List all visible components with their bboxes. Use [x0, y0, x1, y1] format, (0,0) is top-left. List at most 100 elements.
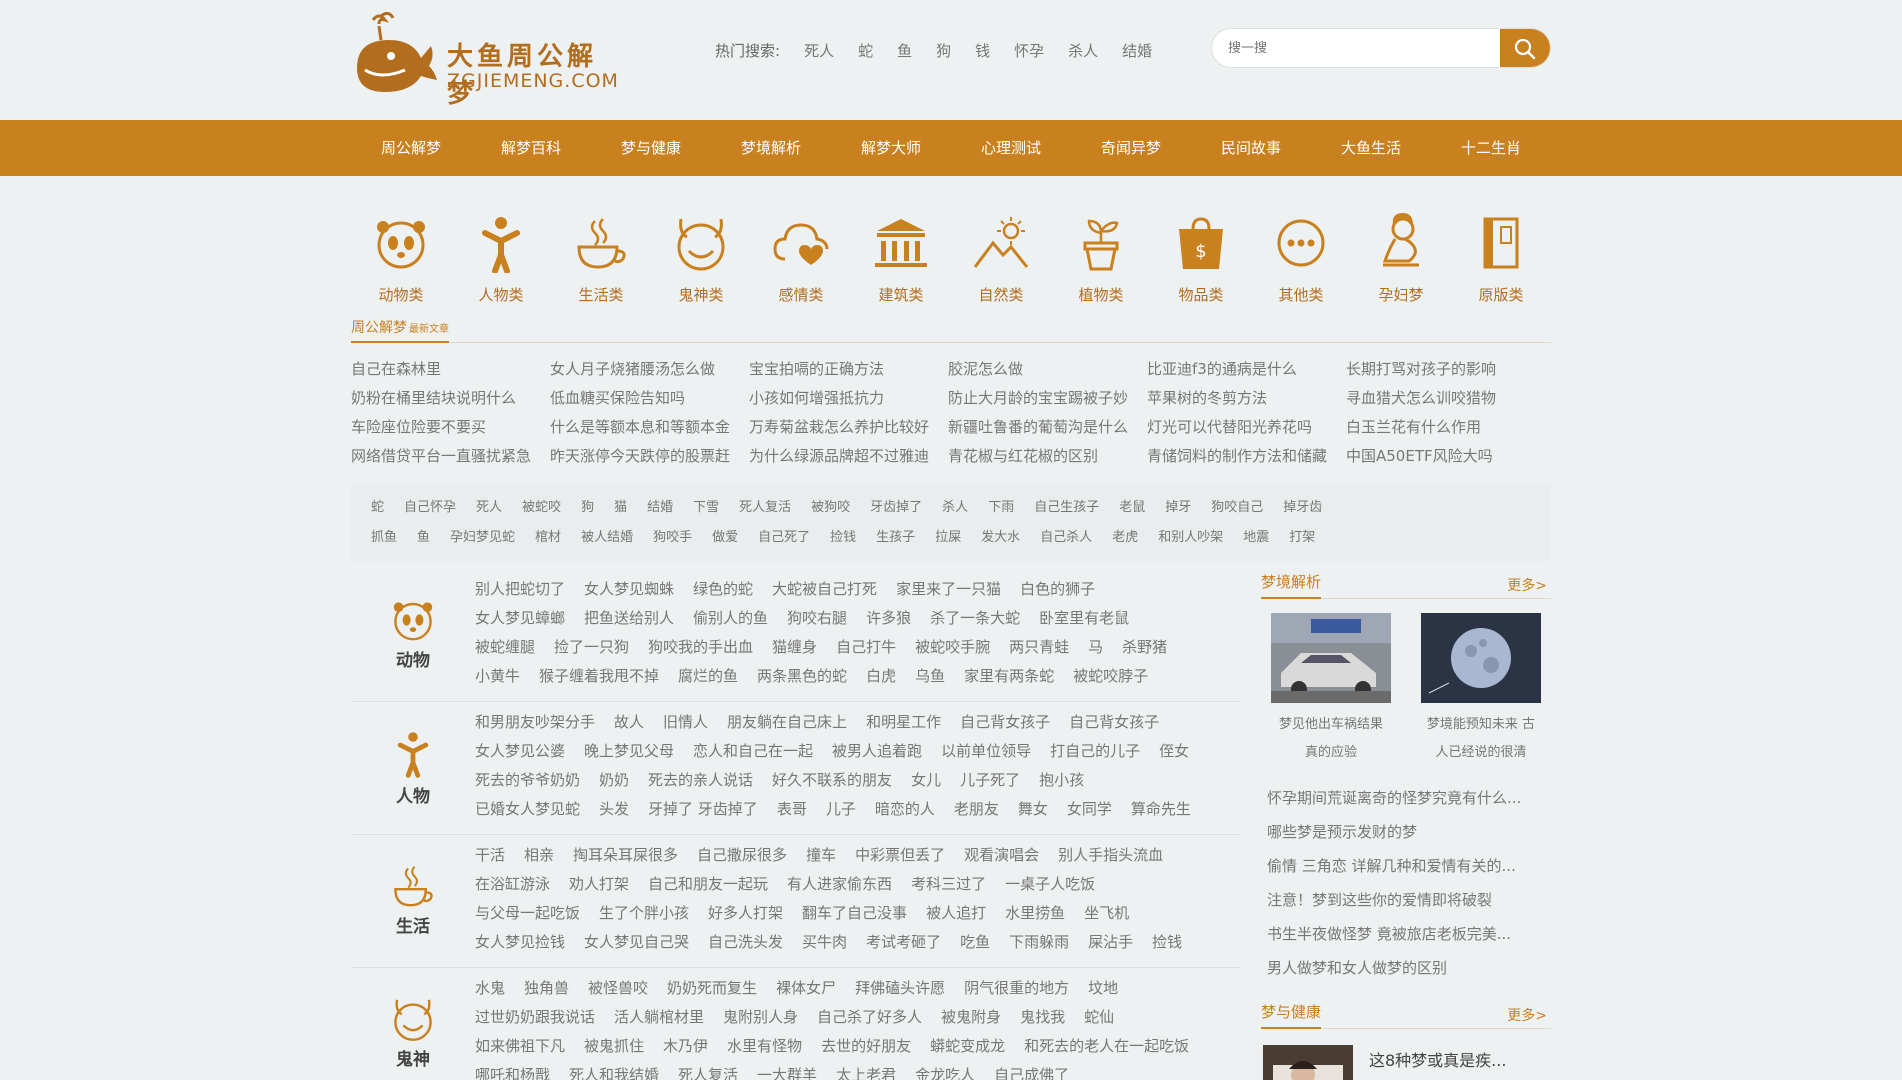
dream-link[interactable]: 头发 — [599, 800, 629, 818]
category-other[interactable]: 其他类 — [1251, 210, 1351, 316]
nav-item[interactable]: 周公解梦 — [351, 120, 471, 176]
nav-item[interactable]: 心理测试 — [951, 120, 1071, 176]
dream-link[interactable]: 活人躺棺材里 — [614, 1008, 704, 1026]
dream-link[interactable]: 牙掉了 牙齿掉了 — [648, 800, 758, 818]
dream-link[interactable]: 腐烂的鱼 — [678, 667, 738, 685]
dream-link[interactable]: 好多人打架 — [708, 904, 783, 922]
dream-link[interactable]: 乌鱼 — [915, 667, 945, 685]
dream-link[interactable]: 被男人追着跑 — [832, 742, 922, 760]
dream-link[interactable]: 被蛇咬脖子 — [1073, 667, 1148, 685]
dream-link[interactable]: 暗恋的人 — [875, 800, 935, 818]
tag-link[interactable]: 老虎 — [1112, 523, 1138, 553]
search-button[interactable] — [1500, 29, 1550, 67]
dream-link[interactable]: 女人梦见捡钱 — [475, 933, 565, 951]
article-link[interactable]: 苹果树的冬剪方法 — [1147, 384, 1346, 413]
article-link[interactable]: 宝宝拍嗝的正确方法 — [749, 355, 948, 384]
dream-link[interactable]: 小黄牛 — [475, 667, 520, 685]
dream-link[interactable]: 蛇仙 — [1084, 1008, 1114, 1026]
nav-item[interactable]: 梦与健康 — [591, 120, 711, 176]
dream-link[interactable]: 蟒蛇变成龙 — [930, 1037, 1005, 1055]
dream-link[interactable]: 儿子死了 — [960, 771, 1020, 789]
more-link[interactable]: 更多> — [1507, 1005, 1547, 1025]
hot-keyword[interactable]: 蛇 — [858, 40, 873, 61]
article-link[interactable]: 寻血猎犬怎么训咬猎物 — [1346, 384, 1545, 413]
tag-link[interactable]: 地震 — [1243, 523, 1269, 553]
dream-link[interactable]: 奶奶死而复生 — [667, 979, 757, 997]
tag-link[interactable]: 和别人吵架 — [1158, 523, 1223, 553]
dream-link[interactable]: 好久不联系的朋友 — [772, 771, 892, 789]
dream-link[interactable]: 女同学 — [1067, 800, 1112, 818]
dream-link[interactable]: 女儿 — [911, 771, 941, 789]
dream-link[interactable]: 打自己的儿子 — [1050, 742, 1140, 760]
dream-link[interactable]: 坐飞机 — [1084, 904, 1129, 922]
dream-link[interactable]: 裸体女尸 — [776, 979, 836, 997]
dream-link[interactable]: 被蛇缠腿 — [475, 638, 535, 656]
tag-link[interactable]: 孕妇梦见蛇 — [450, 523, 515, 553]
dream-link[interactable]: 白色的狮子 — [1020, 580, 1095, 598]
nav-item[interactable]: 十二生肖 — [1431, 120, 1551, 176]
dream-link[interactable]: 把鱼送给别人 — [584, 609, 674, 627]
dream-link[interactable]: 和男朋友吵架分手 — [475, 713, 595, 731]
tag-link[interactable]: 老鼠 — [1119, 493, 1145, 523]
article-link[interactable]: 奶粉在桶里结块说明什么 — [351, 384, 550, 413]
dream-link[interactable]: 过世奶奶跟我说话 — [475, 1008, 595, 1026]
dream-link[interactable]: 许多狼 — [866, 609, 911, 627]
dream-link[interactable]: 鬼附别人身 — [723, 1008, 798, 1026]
dream-link[interactable]: 杀野猪 — [1122, 638, 1167, 656]
tag-link[interactable]: 狗 — [581, 493, 594, 523]
health-article[interactable]: 这8种梦或真是疾... — [1261, 1029, 1551, 1080]
article-link[interactable]: 车险座位险要不要买 — [351, 413, 550, 442]
dream-link[interactable]: 家里来了一只猫 — [896, 580, 1001, 598]
dream-link[interactable]: 屎沾手 — [1088, 933, 1133, 951]
article-link[interactable]: 为什么绿源品牌超不过雅迪 — [749, 442, 948, 471]
tag-link[interactable]: 自己生孩子 — [1034, 493, 1099, 523]
dream-link[interactable]: 和明星工作 — [866, 713, 941, 731]
dream-link[interactable]: 水里有怪物 — [727, 1037, 802, 1055]
dream-link[interactable]: 奶奶 — [599, 771, 629, 789]
dream-link[interactable]: 独角兽 — [524, 979, 569, 997]
category-animal[interactable]: 动物类 — [351, 210, 451, 316]
tag-link[interactable]: 狗咬自己 — [1211, 493, 1263, 523]
dream-link[interactable]: 表哥 — [777, 800, 807, 818]
hot-keyword[interactable]: 钱 — [975, 40, 990, 61]
dream-link[interactable]: 朋友躺在自己床上 — [727, 713, 847, 731]
dream-link[interactable]: 两条黑色的蛇 — [757, 667, 847, 685]
tag-link[interactable]: 打架 — [1289, 523, 1315, 553]
category-pregnant[interactable]: 孕妇梦 — [1351, 210, 1451, 316]
dream-link[interactable]: 女人梦见蟑螂 — [475, 609, 565, 627]
dream-link[interactable]: 哪吒和杨戬 — [475, 1066, 550, 1080]
dream-link[interactable]: 观看演唱会 — [964, 846, 1039, 864]
sidebar-analysis-title[interactable]: 梦境解析 — [1261, 569, 1322, 599]
dream-link[interactable]: 家里有两条蛇 — [964, 667, 1054, 685]
article-link[interactable]: 新疆吐鲁番的葡萄沟是什么 — [948, 413, 1147, 442]
category-item[interactable]: $ 物品类 — [1151, 210, 1251, 316]
nav-item[interactable]: 解梦百科 — [471, 120, 591, 176]
tag-link[interactable]: 捡钱 — [830, 523, 856, 553]
article-link[interactable]: 灯光可以代替阳光养花吗 — [1147, 413, 1346, 442]
dream-link[interactable]: 坟地 — [1088, 979, 1118, 997]
hot-keyword[interactable]: 鱼 — [897, 40, 912, 61]
dream-link[interactable]: 和死去的老人在一起吃饭 — [1024, 1037, 1189, 1055]
dream-link[interactable]: 猫缠身 — [772, 638, 817, 656]
category-block-heading[interactable]: 鬼神 — [351, 974, 475, 1080]
tag-link[interactable]: 狗咬手 — [653, 523, 692, 553]
more-link[interactable]: 更多> — [1507, 575, 1547, 595]
dream-link[interactable]: 被人追打 — [926, 904, 986, 922]
dream-link[interactable]: 别人手指头流血 — [1058, 846, 1163, 864]
category-life[interactable]: 生活类 — [551, 210, 651, 316]
dream-link[interactable]: 捡了一只狗 — [554, 638, 629, 656]
dream-link[interactable]: 在浴缸游泳 — [475, 875, 550, 893]
article-link[interactable]: 自己在森林里 — [351, 355, 550, 384]
article-link[interactable]: 比亚迪f3的通病是什么 — [1147, 355, 1346, 384]
dream-link[interactable]: 死去的爷爷奶奶 — [475, 771, 580, 789]
category-emotion[interactable]: 感情类 — [751, 210, 851, 316]
dream-link[interactable]: 自己撒尿很多 — [697, 846, 787, 864]
dream-link[interactable]: 干活 — [475, 846, 505, 864]
hot-keyword[interactable]: 狗 — [936, 40, 951, 61]
dream-link[interactable]: 买牛肉 — [802, 933, 847, 951]
latest-articles-tab[interactable]: 周公解梦 最新文章 — [351, 316, 449, 343]
dream-link[interactable]: 白虎 — [866, 667, 896, 685]
category-ghost[interactable]: 鬼神类 — [651, 210, 751, 316]
dream-link[interactable]: 死去的亲人说话 — [648, 771, 753, 789]
dream-link[interactable]: 女人梦见蜘蛛 — [584, 580, 674, 598]
